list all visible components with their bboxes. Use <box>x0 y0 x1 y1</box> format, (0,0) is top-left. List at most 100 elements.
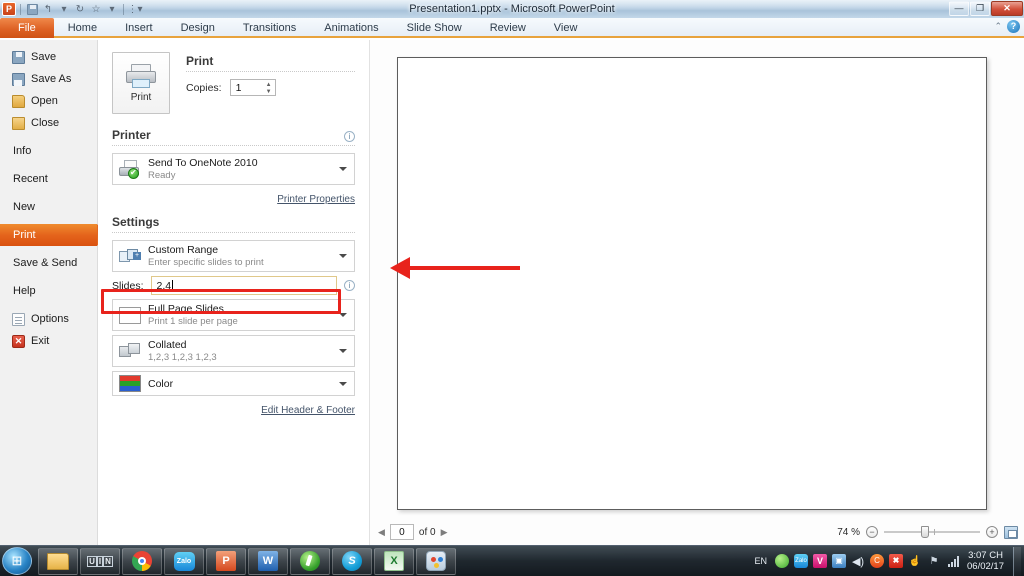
sidebar-item-open[interactable]: Open <box>0 90 97 112</box>
printer-section-title: Printer <box>112 128 151 142</box>
tab-view[interactable]: View <box>540 18 592 38</box>
action-center-icon[interactable]: ☝ <box>908 554 922 568</box>
tray-v-icon[interactable]: V <box>813 554 828 568</box>
printer-info-icon[interactable]: i <box>344 131 355 142</box>
taskbar-unikey[interactable]: UIN <box>80 547 120 575</box>
taskbar-items: UIN Zalo P W S X <box>38 547 456 575</box>
page-number-input[interactable]: 0 <box>389 524 414 540</box>
minimize-button[interactable]: — <box>949 1 969 16</box>
chevron-down-icon[interactable] <box>339 381 347 386</box>
chevron-down-icon[interactable] <box>339 254 347 258</box>
chevron-down-icon[interactable] <box>339 313 347 317</box>
color-select[interactable]: Color <box>112 371 355 396</box>
signal-strength-icon[interactable] <box>946 554 960 568</box>
sidebar-item-new[interactable]: New <box>0 196 97 218</box>
text-cursor <box>172 280 174 291</box>
zoom-percent-label[interactable]: 74 % <box>837 527 860 538</box>
printer-properties-link[interactable]: Printer Properties <box>277 194 355 205</box>
sidebar-item-help[interactable]: Help <box>0 280 97 302</box>
taskbar-excel[interactable]: X <box>374 547 414 575</box>
next-page-button[interactable]: ▶ <box>441 527 448 538</box>
print-range-desc: Enter specific slides to print <box>148 257 264 268</box>
sidebar-item-close[interactable]: Close <box>0 112 97 134</box>
tray-zalo-icon[interactable]: Zalo <box>794 554 809 568</box>
tab-transitions[interactable]: Transitions <box>229 18 310 38</box>
print-button-label: Print <box>130 92 152 103</box>
green-app-icon <box>300 551 320 571</box>
tray-window-icon[interactable]: ▣ <box>832 554 847 568</box>
previous-page-button[interactable]: ◀ <box>378 527 385 538</box>
sidebar-item-print[interactable]: Print <box>0 224 106 246</box>
sidebar-item-label: Info <box>13 145 32 157</box>
tab-design[interactable]: Design <box>167 18 229 38</box>
print-button[interactable]: Print <box>112 52 170 114</box>
zoom-to-page-icon[interactable] <box>1004 525 1018 539</box>
spin-up-icon[interactable]: ▲ <box>266 82 272 88</box>
sidebar-item-save-and-send[interactable]: Save & Send <box>0 252 97 274</box>
tray-green-icon[interactable] <box>775 554 790 568</box>
spin-down-icon[interactable]: ▼ <box>266 89 272 95</box>
sidebar-item-exit[interactable]: ✕ Exit <box>0 330 97 352</box>
copies-row: Copies: 1 ▲ ▼ <box>186 79 355 96</box>
sidebar-item-info[interactable]: Info <box>0 140 97 162</box>
zoom-slider-thumb[interactable] <box>921 526 929 538</box>
collation-select[interactable]: Collated 1,2,3 1,2,3 1,2,3 <box>112 335 355 367</box>
tab-file[interactable]: File <box>0 18 54 38</box>
sidebar-item-recent[interactable]: Recent <box>0 168 97 190</box>
antivirus-icon[interactable]: ✖ <box>889 554 904 568</box>
print-settings-column: Print Print Copies: 1 ▲ ▼ Printer i ✔ Se… <box>98 40 370 545</box>
tab-review[interactable]: Review <box>476 18 540 38</box>
tab-slide-show[interactable]: Slide Show <box>393 18 476 38</box>
tab-animations[interactable]: Animations <box>310 18 392 38</box>
copies-spin-arrows[interactable]: ▲ ▼ <box>266 80 272 97</box>
paint-icon <box>426 551 446 571</box>
page-layout-select[interactable]: Full Page Slides Print 1 slide per page <box>112 299 355 331</box>
chevron-down-icon[interactable] <box>339 167 347 171</box>
sidebar-item-options[interactable]: Options <box>0 308 97 330</box>
color-name: Color <box>148 377 174 390</box>
volume-icon[interactable]: ◀) <box>851 554 865 568</box>
zoom-out-button[interactable]: − <box>866 526 878 538</box>
taskbar-skype[interactable]: S <box>332 547 372 575</box>
screen: P ↰ ▾ ↻ ☆ ▾ ⋮▾ Presentation1.pptx - Micr… <box>0 0 1024 576</box>
taskbar-powerpoint[interactable]: P <box>206 547 246 575</box>
slides-info-icon[interactable]: i <box>344 280 355 291</box>
sidebar-item-label: Exit <box>31 335 50 347</box>
taskbar-zalo[interactable]: Zalo <box>164 547 204 575</box>
printer-select[interactable]: Send To OneNote 2010 Ready <box>112 153 355 185</box>
restore-button[interactable]: ❐ <box>970 1 990 16</box>
print-range-select[interactable]: + Custom Range Enter specific slides to … <box>112 240 355 272</box>
zoom-slider[interactable] <box>884 526 980 538</box>
help-icon[interactable]: ? <box>1007 20 1020 33</box>
print-section-title: Print <box>186 54 214 68</box>
close-button[interactable]: ✕ <box>991 1 1023 16</box>
copies-stepper[interactable]: 1 ▲ ▼ <box>229 79 276 97</box>
tab-insert[interactable]: Insert <box>111 18 167 38</box>
edit-header-footer-link[interactable]: Edit Header & Footer <box>261 405 355 416</box>
sidebar-item-label: Help <box>13 285 36 297</box>
start-button-icon[interactable]: ⊞ <box>2 547 32 575</box>
sidebar-item-save[interactable]: Save <box>0 46 97 68</box>
language-indicator[interactable]: EN <box>752 555 771 567</box>
zoom-in-button[interactable]: + <box>986 526 998 538</box>
taskbar-green-app[interactable] <box>290 547 330 575</box>
taskbar-windows-explorer[interactable] <box>38 547 78 575</box>
clock[interactable]: 3:07 CH 06/02/17 <box>965 550 1008 572</box>
sidebar-item-save-as[interactable]: Save As <box>0 68 97 90</box>
show-desktop-button[interactable] <box>1013 546 1021 576</box>
taskbar-word[interactable]: W <box>248 547 288 575</box>
windows-taskbar: ⊞ UIN Zalo P W S X EN Zalo V ▣ ◀) C ✖ ☝ … <box>0 545 1024 576</box>
network-flag-icon[interactable]: ⚑ <box>927 554 941 568</box>
taskbar-chrome[interactable] <box>122 547 162 575</box>
slides-input[interactable]: 2,4 <box>150 276 337 295</box>
taskbar-paint[interactable] <box>416 547 456 575</box>
window-controls[interactable]: — ❐ ✕ <box>949 1 1023 16</box>
minimize-ribbon-icon[interactable]: ⌃ <box>994 21 1002 32</box>
collation-desc: 1,2,3 1,2,3 1,2,3 <box>148 352 217 363</box>
print-divider <box>186 71 355 72</box>
tab-home[interactable]: Home <box>54 18 111 38</box>
skype-icon: S <box>342 551 362 571</box>
chevron-down-icon[interactable] <box>339 349 347 353</box>
window-title: Presentation1.pptx - Microsoft PowerPoin… <box>409 3 615 15</box>
ccleaner-icon[interactable]: C <box>870 554 885 568</box>
